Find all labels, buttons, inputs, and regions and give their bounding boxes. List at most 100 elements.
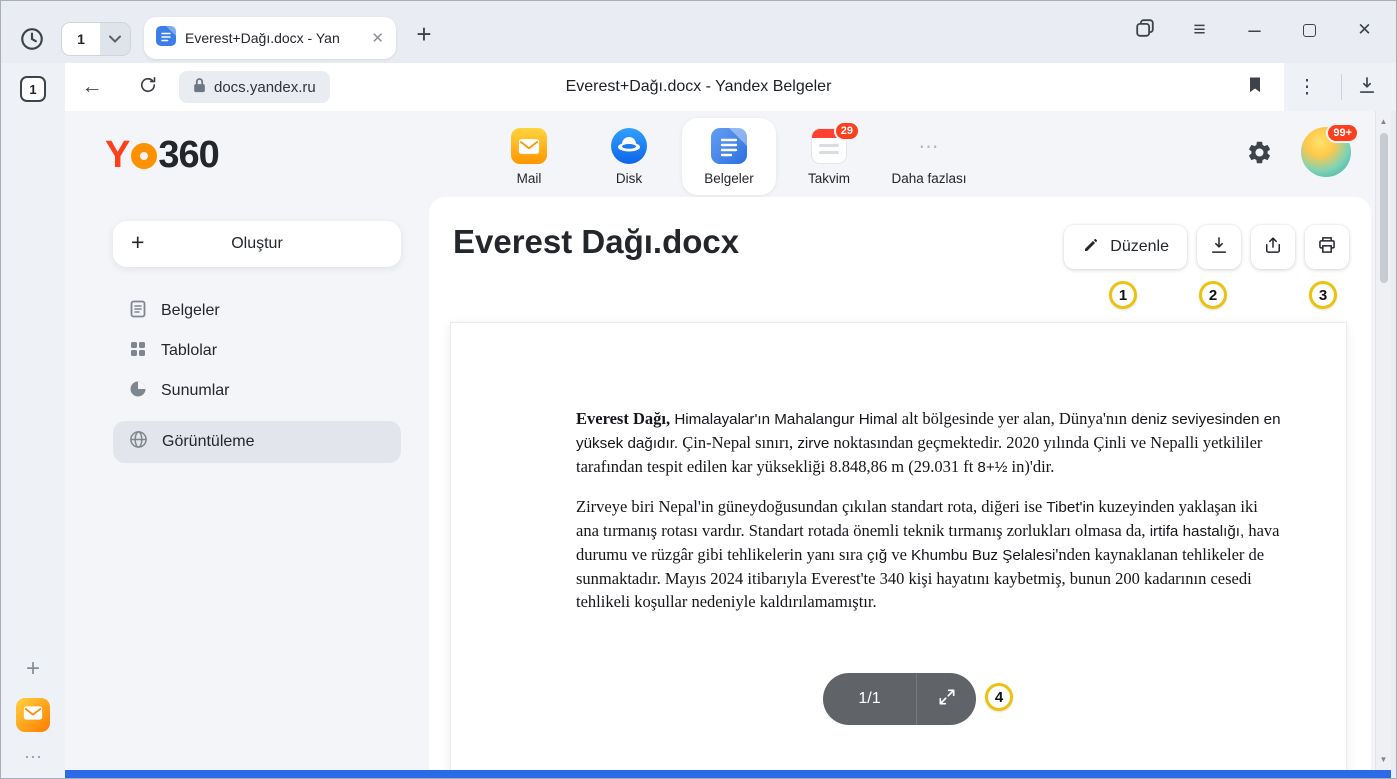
paragraph: Zirveye biri Nepal'in güneydoğusundan çı… — [576, 495, 1281, 613]
maximize-icon — [1303, 24, 1316, 37]
annotation-2: 2 — [1199, 281, 1227, 309]
address-more-button[interactable]: ⋮ — [1294, 73, 1320, 101]
nav-label: Belgeler — [704, 171, 754, 186]
back-button[interactable]: ← — [77, 72, 107, 102]
expand-icon — [937, 687, 957, 712]
reload-button[interactable] — [133, 72, 163, 102]
side-panel-button[interactable] — [1123, 13, 1166, 47]
download-icon — [1209, 235, 1229, 260]
calendar-icon: 29 — [811, 128, 847, 164]
address-row: ← docs.yandex.ru Everest+Dağı.docx - Yan… — [1, 63, 1396, 111]
create-button[interactable]: + Oluştur — [113, 221, 401, 267]
scrollbar-thumb[interactable] — [1380, 133, 1388, 283]
browser-tab[interactable]: Everest+Dağı.docx - Yan ✕ — [144, 17, 396, 59]
bookmark-button[interactable] — [1242, 74, 1268, 100]
document-icon — [129, 300, 147, 323]
calendar-line — [819, 144, 839, 147]
reload-icon — [138, 75, 158, 100]
nav-item-belgeler[interactable]: Belgeler — [682, 118, 776, 195]
sidebar-item-label: Tablolar — [161, 342, 217, 360]
strip-add-button[interactable]: + — [26, 655, 40, 683]
scroll-up-arrow[interactable]: ▲ — [1376, 117, 1391, 126]
calendar-line — [819, 151, 839, 154]
strip-more-button[interactable]: ⋯ — [24, 747, 42, 768]
mail-icon — [511, 128, 547, 164]
nav-item-disk[interactable]: Disk — [582, 118, 676, 195]
tab-group-chevron[interactable] — [100, 23, 130, 55]
yandex-app-button[interactable] — [16, 698, 50, 732]
history-clock-button[interactable] — [17, 26, 47, 56]
browser-window: 1 Everest+Dağı.docx - Yan ✕ + ≡ – — [0, 0, 1397, 779]
print-button[interactable] — [1305, 225, 1349, 269]
url-chip[interactable]: docs.yandex.ru — [179, 71, 330, 103]
tab-title: Everest+Dağı.docx - Yan — [185, 30, 362, 46]
close-window-button[interactable]: ✕ — [1343, 13, 1386, 47]
nav-item-more[interactable]: ⋯ Daha fazlası — [882, 118, 976, 195]
downloads-button[interactable] — [1353, 74, 1381, 100]
docs-favicon-icon — [156, 26, 176, 51]
avatar[interactable]: 99+ — [1301, 127, 1351, 177]
nav-label: Mail — [517, 171, 542, 186]
tab-group[interactable]: 1 — [61, 22, 131, 56]
paragraph: Everest Dağı, Himalayalar'ın Mahalangur … — [576, 407, 1281, 479]
chevron-down-icon — [109, 30, 121, 48]
service-nav: Mail Disk Belgeler 29 — [482, 118, 976, 195]
table-icon — [129, 340, 147, 363]
bottom-accent-bar — [65, 770, 1391, 779]
logo-360: 360 — [158, 134, 218, 177]
lock-icon — [193, 77, 206, 98]
tab-group-count[interactable]: 1 — [62, 23, 100, 55]
tab-strip: 1 Everest+Dağı.docx - Yan ✕ + ≡ – — [1, 1, 1396, 63]
page-scrollbar[interactable]: ▲ ▼ — [1375, 111, 1391, 770]
scroll-down-arrow[interactable]: ▼ — [1376, 755, 1391, 764]
sidebar-item-label: Görüntüleme — [162, 433, 255, 451]
nav-label: Disk — [616, 171, 642, 186]
calendar-badge: 29 — [834, 121, 860, 141]
annotation-4: 4 — [985, 683, 1013, 711]
minimize-button[interactable]: – — [1233, 13, 1276, 47]
document-panel: Everest Dağı.docx Düzenle — [429, 197, 1371, 770]
nav-item-takvim[interactable]: 29 Takvim — [782, 118, 876, 195]
pencil-icon — [1082, 236, 1100, 259]
annotation-1: 1 — [1109, 281, 1137, 309]
logo-o-icon — [131, 143, 157, 169]
panels-icon — [1134, 17, 1156, 44]
notification-badge: 99+ — [1326, 123, 1359, 143]
edit-button[interactable]: Düzenle — [1064, 225, 1187, 269]
sidebar-item-goruntuleme[interactable]: Görüntüleme — [113, 421, 401, 463]
tab-counter[interactable]: 1 — [20, 76, 46, 102]
clock-icon — [19, 26, 45, 57]
create-label: Oluştur — [113, 221, 401, 267]
documents-icon — [711, 128, 747, 164]
gear-icon — [1246, 139, 1273, 171]
maximize-button[interactable] — [1288, 13, 1331, 47]
edit-label: Düzenle — [1110, 238, 1169, 256]
more-dots-icon: ⋯ — [911, 128, 947, 164]
annotation-3: 3 — [1309, 281, 1337, 309]
sidebar-item-label: Sunumlar — [161, 382, 229, 400]
fullscreen-button[interactable] — [916, 673, 976, 725]
browser-menu-button[interactable]: ≡ — [1178, 13, 1221, 47]
sidebar-item-sunumlar[interactable]: Sunumlar — [113, 371, 401, 411]
download-document-button[interactable] — [1197, 225, 1241, 269]
url-text: docs.yandex.ru — [214, 79, 316, 96]
sidebar-item-label: Belgeler — [161, 302, 220, 320]
page-indicator: 1/1 — [823, 673, 976, 725]
address-divider — [1341, 74, 1342, 100]
document-actions: Düzenle — [1064, 225, 1349, 269]
nav-label: Daha fazlası — [891, 171, 966, 186]
share-button[interactable] — [1251, 225, 1295, 269]
bookmark-icon — [1245, 75, 1265, 100]
y360-logo[interactable]: Y 360 — [105, 133, 219, 177]
share-upload-icon — [1263, 235, 1283, 260]
new-tab-button[interactable]: + — [409, 19, 439, 49]
page-content: Y 360 Mail Disk Belgeler — [65, 111, 1375, 770]
settings-button[interactable] — [1243, 139, 1275, 171]
logo-y: Y — [105, 134, 130, 177]
sidebar-item-belgeler[interactable]: Belgeler — [113, 291, 401, 331]
window-controls: ≡ – ✕ — [1123, 13, 1386, 47]
tab-close-icon[interactable]: ✕ — [371, 29, 384, 47]
sidebar-item-tablolar[interactable]: Tablolar — [113, 331, 401, 371]
nav-item-mail[interactable]: Mail — [482, 118, 576, 195]
browser-side-strip: 1 + ⋯ — [1, 111, 65, 778]
